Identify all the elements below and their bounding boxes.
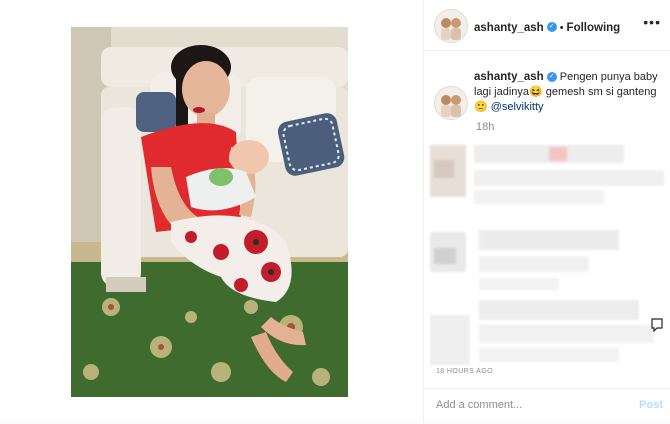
post-header: ashanty_ash ✓ • Following ••• <box>424 0 670 51</box>
post-media-area <box>0 0 423 423</box>
more-options-icon[interactable]: ••• <box>643 14 661 30</box>
caption-text-line1: Pengen punya baby <box>559 71 658 83</box>
caption-time: 18h <box>476 121 495 133</box>
separator-dot: • <box>559 22 564 34</box>
avatar-image <box>435 87 467 119</box>
instagram-post-dialog: ashanty_ash ✓ • Following ••• ashanty_ash ✓ … <box>0 0 670 423</box>
avatar-image <box>435 10 467 42</box>
post-sidebar: ashanty_ash ✓ • Following ••• ashanty_ash ✓ … <box>423 0 670 423</box>
caption-mention-link[interactable]: @selvikitty <box>491 101 544 113</box>
comment-input[interactable] <box>436 399 606 411</box>
caption-text-line2: lagi jadinya😆 gemesh sm si ganteng <box>474 86 657 98</box>
comment-bar: Post <box>424 388 670 424</box>
post-caption: ashanty_ash ✓ Pengen punya baby lagi jadi… <box>474 70 659 115</box>
post-photo[interactable] <box>71 27 348 397</box>
verified-badge-icon: ✓ <box>546 72 557 83</box>
caption-avatar[interactable] <box>434 86 468 120</box>
caption-emoji: 🙂 <box>474 101 488 113</box>
verified-badge-icon: ✓ <box>546 21 557 32</box>
header-text: ashanty_ash ✓ • Following <box>474 18 620 36</box>
photo-illustration <box>71 27 348 397</box>
post-comment-button[interactable]: Post <box>639 399 663 411</box>
caption-username[interactable]: ashanty_ash <box>474 71 544 83</box>
post-timestamp: 18 HOURS AGO <box>436 368 493 375</box>
following-button[interactable]: Following <box>567 22 621 34</box>
author-avatar[interactable] <box>434 9 468 43</box>
message-icon[interactable] <box>651 318 663 332</box>
header-username[interactable]: ashanty_ash <box>474 22 544 34</box>
